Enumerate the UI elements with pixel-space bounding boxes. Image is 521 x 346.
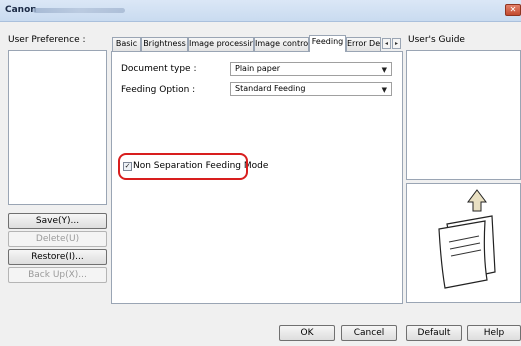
user-preference-label: User Preference :	[8, 35, 86, 45]
title-bar: Canon ✕	[0, 0, 521, 22]
document-type-value: Plain paper	[235, 64, 281, 73]
highlight-callout	[118, 153, 248, 180]
tab-error-detection[interactable]: Error De	[346, 37, 381, 51]
delete-button[interactable]: Delete(U)	[8, 231, 107, 247]
paper-feed-illustration-icon	[438, 189, 496, 289]
feeding-option-value: Standard Feeding	[235, 84, 306, 93]
window-title-blurred	[33, 8, 125, 13]
document-type-select[interactable]: Plain paper ▼	[230, 62, 392, 76]
cancel-button[interactable]: Cancel	[341, 325, 397, 341]
tab-image-processing[interactable]: Image processing	[188, 37, 254, 51]
user-preference-list[interactable]	[8, 50, 107, 205]
close-button[interactable]: ✕	[505, 4, 521, 16]
users-guide-label: User's Guide	[408, 35, 465, 45]
chevron-down-icon: ▼	[381, 86, 387, 94]
tab-scroll-left-button[interactable]: ◂	[382, 38, 391, 49]
paper-sheet-front-icon	[438, 220, 488, 289]
feeding-option-label: Feeding Option :	[121, 85, 196, 95]
tab-feeding[interactable]: Feeding	[309, 35, 346, 52]
tab-basic[interactable]: Basic	[112, 37, 141, 51]
default-button[interactable]: Default	[406, 325, 462, 341]
feeding-option-select[interactable]: Standard Feeding ▼	[230, 82, 392, 96]
tab-scroll-right-button[interactable]: ▸	[392, 38, 401, 49]
help-button[interactable]: Help	[467, 325, 521, 341]
feed-arrow-icon	[467, 189, 487, 212]
restore-button[interactable]: Restore(I)...	[8, 249, 107, 265]
chevron-down-icon: ▼	[381, 66, 387, 74]
document-type-label: Document type :	[121, 64, 197, 74]
tab-brightness[interactable]: Brightness	[141, 37, 188, 51]
feeding-illustration-pane	[406, 183, 521, 303]
window-title: Canon	[5, 5, 37, 15]
scanner-settings-dialog: Canon ✕ User Preference : Save(Y)... Del…	[0, 0, 521, 346]
tab-image-control[interactable]: Image control	[254, 37, 309, 51]
save-button[interactable]: Save(Y)...	[8, 213, 107, 229]
backup-button[interactable]: Back Up(X)...	[8, 267, 107, 283]
ok-button[interactable]: OK	[279, 325, 335, 341]
users-guide-pane	[406, 50, 521, 180]
